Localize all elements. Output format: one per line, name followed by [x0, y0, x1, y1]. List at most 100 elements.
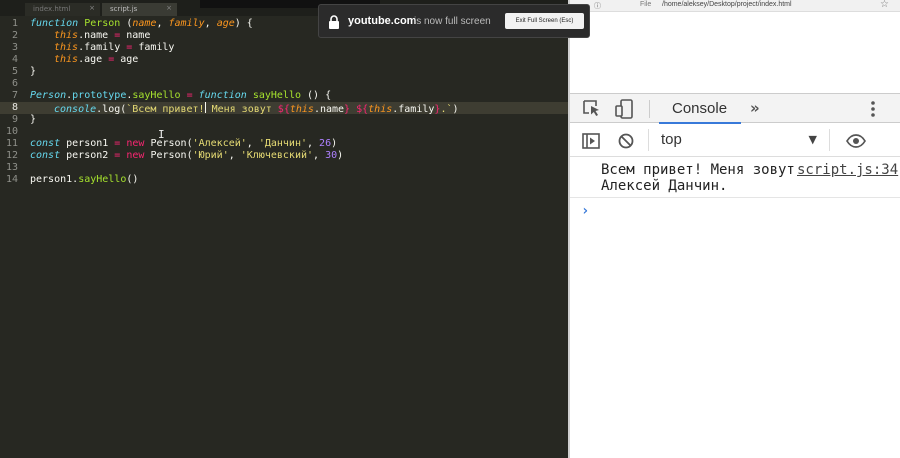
console-prompt[interactable]: › [581, 203, 589, 219]
page-viewport [570, 13, 900, 93]
inspect-element-icon[interactable] [582, 100, 602, 122]
tab-console[interactable]: Console [659, 94, 741, 124]
code-token: sayHello [132, 90, 181, 101]
code-token: 30 [325, 150, 338, 161]
more-tabs-button[interactable]: » [750, 99, 760, 117]
context-value: top [661, 131, 682, 148]
line-number: 9 [11, 114, 18, 125]
tab-script-js[interactable]: script.js × [102, 3, 177, 16]
live-expression-eye-icon[interactable] [846, 133, 866, 152]
line-number: 6 [11, 78, 18, 89]
code-token: age [114, 54, 139, 65]
code-line-9: } [30, 114, 37, 125]
exit-fullscreen-button[interactable]: Exit Full Screen (Esc) [505, 13, 584, 29]
code-token: ) [331, 138, 338, 149]
code-token: ${ [277, 104, 290, 115]
code-token: console [54, 104, 97, 115]
tab-index-html[interactable]: index.html × [25, 3, 100, 16]
address-file-label: File [640, 1, 652, 8]
code-line-14: person1.sayHello() [30, 174, 138, 186]
close-icon[interactable]: × [89, 4, 95, 12]
bookmark-star-icon[interactable]: ☆ [880, 0, 889, 10]
code-token: , [204, 18, 217, 29]
code-token: this [54, 54, 79, 65]
code-token: person1 [60, 138, 115, 149]
code-token: this [368, 104, 393, 115]
code-token: , [246, 138, 259, 149]
context-selector[interactable]: top ▼ [648, 129, 830, 151]
fullscreen-message: is now full screen [414, 16, 491, 27]
line-number-active: 8 [11, 102, 18, 113]
code-token: name [132, 18, 157, 29]
close-icon[interactable]: × [166, 4, 172, 12]
code-token: person1 [30, 174, 73, 185]
code-token: function [30, 18, 79, 29]
code-token: ) [452, 104, 459, 115]
code-token: person2 [60, 150, 115, 161]
line-number: 13 [5, 162, 18, 173]
code-token: Person( [144, 138, 193, 149]
console-sidebar-icon[interactable] [582, 133, 600, 153]
line-number: 11 [5, 138, 18, 149]
log-source-link[interactable]: script.js:34 [797, 162, 898, 178]
code-token: family [132, 42, 175, 53]
line-number: 12 [5, 150, 18, 161]
log-text: Всем привет! Меня зовут Алексей Данчин. [601, 162, 804, 194]
code-token: 'Алексей' [192, 138, 247, 149]
code-token: sayHello [246, 90, 301, 101]
code-line-3: this.family = family [54, 42, 174, 54]
line-number: 14 [5, 174, 18, 185]
line-number-gutter: 1 2 3 4 5 6 7 8 9 10 11 12 13 14 [0, 18, 24, 458]
code-line-5: } [30, 66, 37, 77]
line-number: 5 [11, 66, 18, 77]
code-token: .name [313, 104, 345, 115]
code-token: age [216, 18, 235, 29]
code-token: this [289, 104, 314, 115]
tab-console-label: Console [672, 100, 728, 117]
site-info-icon[interactable]: ⓘ [594, 1, 601, 11]
code-token: ) { [234, 18, 253, 29]
line-number: 7 [11, 90, 18, 101]
code-token: 'Данчин' [258, 138, 307, 149]
code-editor[interactable]: index.html × script.js × 1 2 3 4 5 6 7 8… [0, 0, 570, 458]
code-token: name [120, 30, 151, 41]
code-line-2: this.name = name [54, 30, 150, 42]
code-token: .log( [96, 104, 127, 115]
code-token: family [168, 18, 205, 29]
line-number: 3 [11, 42, 18, 53]
fullscreen-notice: youtube.com is now full screen Exit Full… [318, 4, 590, 38]
code-token: .name [78, 30, 115, 41]
address-bar[interactable]: ⓘ File /home/aleksey/Desktop/project/ind… [570, 0, 900, 12]
code-token: this [54, 42, 79, 53]
devtools-toolbar: Console » [570, 93, 900, 124]
line-number: 2 [11, 30, 18, 41]
device-toolbar-icon[interactable] [615, 99, 635, 123]
code-token: () [126, 174, 139, 185]
code-token: .` [440, 104, 453, 115]
code-token: `Всем привет! [126, 104, 205, 115]
more-options-icon[interactable] [870, 100, 876, 122]
code-token: ${ [356, 104, 369, 115]
mouse-ibeam-cursor: I [158, 128, 165, 141]
code-token: sayHello [78, 174, 127, 185]
line-number: 1 [11, 18, 18, 29]
code-token: Person [78, 18, 127, 29]
code-token: const [30, 138, 61, 149]
code-token: this [54, 30, 79, 41]
console-output: Всем привет! Меня зовут Алексей Данчин. … [570, 158, 900, 458]
code-token: 26 [319, 138, 332, 149]
toolbar-divider [649, 100, 650, 118]
code-token: .age [78, 54, 109, 65]
code-line-4: this.age = age [54, 54, 138, 66]
clear-console-icon[interactable] [618, 133, 634, 153]
code-token: Person [30, 90, 67, 101]
code-token: .family [78, 42, 127, 53]
lock-icon [328, 14, 340, 33]
console-log-message: Всем привет! Меня зовут Алексей Данчин. … [570, 158, 900, 198]
line-number: 4 [11, 54, 18, 65]
code-line-11: const person1 = new Person('Алексей', 'Д… [30, 138, 337, 150]
line-number: 10 [5, 126, 18, 137]
code-token: Меня зовут [205, 104, 278, 115]
address-url[interactable]: /home/aleksey/Desktop/project/index.html [662, 1, 792, 8]
code-token: , [313, 150, 326, 161]
